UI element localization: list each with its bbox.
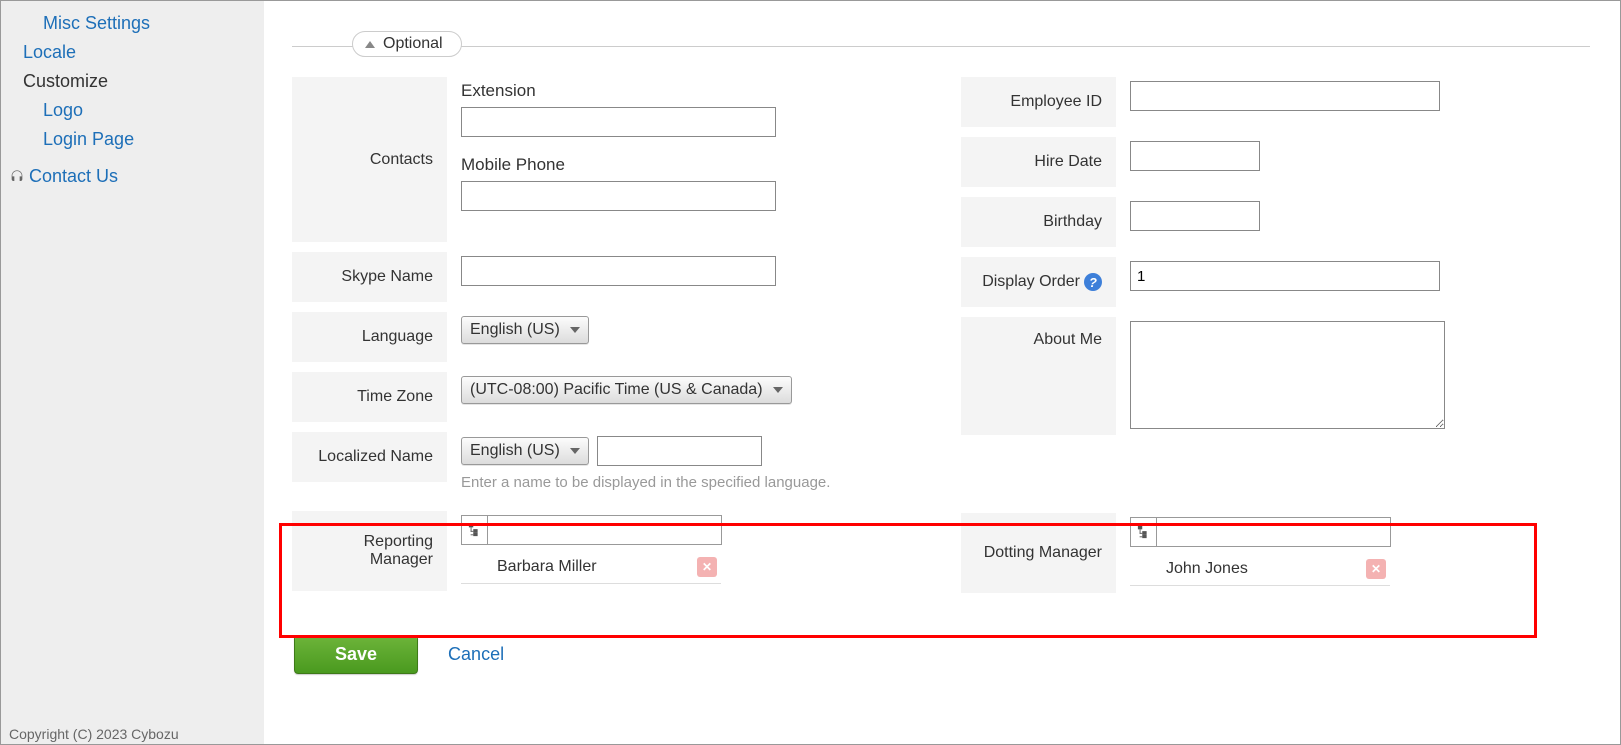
remove-dotting-manager-button[interactable]: ✕ <box>1366 559 1386 579</box>
fieldset-divider <box>292 46 1590 47</box>
skype-input[interactable] <box>461 256 776 286</box>
hire-date-label: Hire Date <box>961 137 1116 187</box>
extension-label: Extension <box>461 81 921 101</box>
about-me-label: About Me <box>961 317 1116 435</box>
help-icon[interactable]: ? <box>1084 273 1102 291</box>
display-order-input[interactable] <box>1130 261 1440 291</box>
reporting-manager-input[interactable] <box>487 515 722 545</box>
extension-input[interactable] <box>461 107 776 137</box>
contacts-label: Contacts <box>292 77 447 242</box>
localized-name-input[interactable] <box>597 436 762 466</box>
about-me-textarea[interactable] <box>1130 321 1445 429</box>
skype-label: Skype Name <box>292 252 447 302</box>
contact-us-link[interactable]: Contact Us <box>29 166 118 187</box>
language-select[interactable]: English (US) <box>461 316 589 344</box>
save-button[interactable]: Save <box>294 635 418 674</box>
remove-reporting-manager-button[interactable]: ✕ <box>697 557 717 577</box>
reporting-manager-name: Barbara Miller <box>497 558 597 576</box>
localized-lang-select[interactable]: English (US) <box>461 437 589 465</box>
localized-hint: Enter a name to be displayed in the spec… <box>461 474 921 491</box>
timezone-select[interactable]: (UTC-08:00) Pacific Time (US & Canada) <box>461 376 792 404</box>
sidebar-item-locale[interactable]: Locale <box>1 38 264 67</box>
sidebar: Misc Settings Locale Customize Logo Logi… <box>1 1 264 744</box>
mobile-input[interactable] <box>461 181 776 211</box>
copyright-footer: Copyright (C) 2023 Cybozu <box>1 724 187 744</box>
display-order-label: Display Order <box>982 273 1080 291</box>
birthday-label: Birthday <box>961 197 1116 247</box>
org-picker-button-dotting[interactable] <box>1130 517 1156 547</box>
dotting-manager-chip: John Jones ✕ <box>1130 553 1390 586</box>
language-value: English (US) <box>470 321 560 339</box>
timezone-label: Time Zone <box>292 372 447 422</box>
caret-down-icon <box>773 387 783 393</box>
sidebar-heading-customize: Customize <box>1 67 264 96</box>
dotting-manager-input[interactable] <box>1156 517 1391 547</box>
org-picker-button[interactable] <box>461 515 487 545</box>
localized-name-label: Localized Name <box>292 432 447 482</box>
caret-down-icon <box>570 327 580 333</box>
cancel-link[interactable]: Cancel <box>448 644 504 665</box>
legend-label: Optional <box>383 35 443 53</box>
sidebar-item-login-page[interactable]: Login Page <box>1 125 264 154</box>
mobile-label: Mobile Phone <box>461 155 921 175</box>
reporting-manager-label: Reporting Manager <box>292 511 447 591</box>
main-content: Optional Contacts Extension Mobile Phone… <box>264 1 1620 744</box>
sidebar-item-misc-settings[interactable]: Misc Settings <box>1 9 264 38</box>
language-label: Language <box>292 312 447 362</box>
birthday-input[interactable] <box>1130 201 1260 231</box>
optional-toggle[interactable]: Optional <box>352 31 462 57</box>
headset-icon <box>9 169 25 185</box>
employee-id-label: Employee ID <box>961 77 1116 127</box>
hire-date-input[interactable] <box>1130 141 1260 171</box>
timezone-value: (UTC-08:00) Pacific Time (US & Canada) <box>470 381 763 399</box>
dotting-manager-name: John Jones <box>1166 560 1248 578</box>
caret-down-icon <box>570 448 580 454</box>
display-order-label-cell: Display Order ? <box>961 257 1116 307</box>
sidebar-item-logo[interactable]: Logo <box>1 96 264 125</box>
employee-id-input[interactable] <box>1130 81 1440 111</box>
localized-lang-value: English (US) <box>470 442 560 460</box>
left-column: Contacts Extension Mobile Phone Skype Na… <box>292 77 921 613</box>
right-column: Employee ID Hire Date Birthday <box>961 77 1590 613</box>
arrow-up-icon <box>365 41 375 48</box>
reporting-manager-chip: Barbara Miller ✕ <box>461 551 721 584</box>
dotting-manager-label: Dotting Manager <box>961 513 1116 593</box>
